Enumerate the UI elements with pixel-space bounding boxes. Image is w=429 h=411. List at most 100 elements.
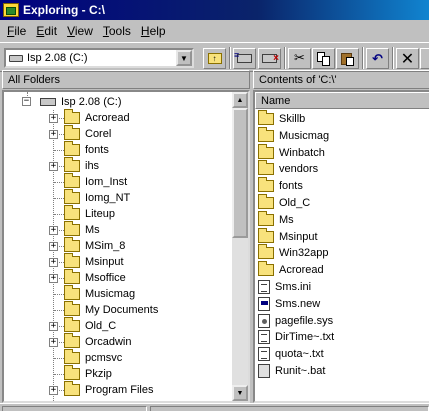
list-item[interactable]: Sms.ini bbox=[258, 279, 311, 295]
tree-connector bbox=[54, 214, 64, 215]
expand-toggle[interactable]: + bbox=[49, 114, 58, 123]
status-bar bbox=[0, 403, 429, 411]
toolbar: Isp 2.08 (C:) ▼ ↑ ≡ × ✂ ↶ ✕ bbox=[0, 42, 429, 72]
expand-toggle[interactable]: + bbox=[49, 338, 58, 347]
scroll-up-button[interactable]: ▲ bbox=[232, 92, 248, 108]
tree-item[interactable]: Old_C bbox=[64, 317, 117, 334]
delete-button[interactable]: ✕ bbox=[396, 48, 419, 69]
expand-toggle[interactable]: + bbox=[49, 130, 58, 139]
expand-toggle[interactable]: + bbox=[49, 242, 58, 251]
toolbar-separator bbox=[284, 47, 286, 69]
list-item-label: Runit~.bat bbox=[275, 365, 326, 377]
folder-icon bbox=[258, 177, 274, 193]
menu-edit[interactable]: Edit bbox=[31, 24, 62, 38]
paste-button[interactable] bbox=[336, 48, 359, 69]
tree-connector bbox=[54, 374, 64, 375]
up-one-level-button[interactable]: ↑ bbox=[203, 48, 226, 69]
copy-button[interactable] bbox=[312, 48, 335, 69]
tree-vertical-scrollbar[interactable]: ▲ ▼ bbox=[232, 92, 248, 401]
folder-icon bbox=[64, 365, 80, 380]
tree-item[interactable]: Orcadwin bbox=[64, 333, 132, 350]
expand-toggle[interactable]: + bbox=[49, 322, 58, 331]
folder-icon bbox=[258, 126, 274, 142]
tree-item[interactable]: Msoffice bbox=[64, 269, 126, 286]
tree-item-label: ihs bbox=[85, 160, 100, 172]
expand-toggle[interactable]: + bbox=[49, 274, 58, 283]
tree-item-label: Msinput bbox=[85, 256, 124, 268]
tree-item[interactable]: Ms bbox=[64, 221, 100, 238]
list-item[interactable]: Msinput bbox=[258, 227, 318, 245]
tree-item-label: Old_C bbox=[85, 320, 117, 332]
list-item[interactable]: Win32app bbox=[258, 244, 329, 261]
list-item-label: Musicmag bbox=[279, 129, 330, 142]
collapse-toggle[interactable]: − bbox=[22, 97, 31, 106]
expand-toggle[interactable]: + bbox=[49, 258, 58, 267]
list-item[interactable]: pagefile.sys bbox=[258, 313, 333, 329]
contents-list[interactable]: Name Skillb Musicmag Winbatch vendors fonts O… bbox=[253, 90, 429, 403]
tree-item[interactable]: Musicmag bbox=[64, 285, 135, 302]
tree-item-label: My Documents bbox=[85, 304, 159, 316]
tree-item-label: Orcadwin bbox=[85, 336, 132, 348]
menu-help[interactable]: Help bbox=[136, 24, 171, 38]
list-item[interactable]: Runit~.bat bbox=[258, 363, 325, 379]
map-network-drive-icon: ≡ bbox=[234, 50, 252, 63]
list-item[interactable]: Skillb bbox=[258, 110, 305, 127]
tree-item[interactable]: ihs bbox=[64, 157, 100, 174]
menu-file[interactable]: File bbox=[2, 24, 31, 38]
tree-item-label: pcmsvc bbox=[85, 352, 123, 364]
tree-item[interactable]: Iom_Inst bbox=[64, 173, 127, 190]
expand-toggle[interactable]: + bbox=[49, 162, 58, 171]
tree-item[interactable]: Msinput bbox=[64, 253, 124, 270]
properties-button[interactable] bbox=[420, 48, 429, 69]
tree-connector bbox=[54, 310, 64, 311]
column-header-name[interactable]: Name bbox=[255, 92, 429, 109]
tree-item[interactable]: Iomg_NT bbox=[64, 189, 130, 206]
list-item[interactable]: Sms.new bbox=[258, 296, 320, 312]
tree-item[interactable]: Liteup bbox=[64, 205, 115, 222]
expand-toggle[interactable]: + bbox=[49, 386, 58, 395]
folder-icon bbox=[64, 189, 80, 204]
undo-button[interactable]: ↶ bbox=[366, 48, 389, 69]
list-item[interactable]: Acroread bbox=[258, 261, 324, 278]
folder-icon bbox=[258, 261, 274, 277]
map-network-drive-button[interactable]: ≡ bbox=[233, 48, 256, 69]
list-item[interactable]: quota~.txt bbox=[258, 346, 324, 362]
tree-item[interactable]: fonts bbox=[64, 141, 109, 158]
folder-tree[interactable]: − Isp 2.08 (C:) Acroread + Corel + fonts ihs + Io… bbox=[2, 90, 250, 403]
cut-button[interactable]: ✂ bbox=[288, 48, 311, 69]
tree-item[interactable]: Corel bbox=[64, 125, 111, 142]
tree-item[interactable]: Program Files bbox=[64, 381, 153, 398]
folder-icon bbox=[64, 381, 80, 396]
list-item[interactable]: Old_C bbox=[258, 194, 310, 211]
tree-connector bbox=[54, 182, 64, 183]
undo-icon: ↶ bbox=[372, 50, 383, 66]
tree-item[interactable]: Acroread bbox=[64, 109, 130, 126]
tree-item-label: Msoffice bbox=[85, 272, 126, 284]
list-item[interactable]: DirTime~.txt bbox=[258, 329, 334, 345]
tree-item[interactable]: My Documents bbox=[64, 301, 159, 318]
folder-icon bbox=[258, 143, 274, 159]
folder-icon bbox=[64, 269, 80, 284]
scroll-down-button[interactable]: ▼ bbox=[232, 385, 248, 401]
disconnect-drive-button[interactable]: × bbox=[258, 48, 281, 69]
expand-toggle[interactable]: + bbox=[49, 226, 58, 235]
file-icon bbox=[258, 313, 270, 328]
dropdown-arrow-icon[interactable]: ▼ bbox=[176, 50, 192, 66]
explorer-app-icon[interactable] bbox=[3, 3, 19, 17]
tree-item[interactable]: MSim_8 bbox=[64, 237, 125, 254]
tree-item[interactable]: Pkzip bbox=[64, 365, 112, 382]
tree-item-root-drive[interactable]: − Isp 2.08 (C:) bbox=[22, 94, 122, 110]
scroll-thumb[interactable] bbox=[232, 108, 248, 238]
tree-connector bbox=[54, 150, 64, 151]
list-item[interactable]: fonts bbox=[258, 177, 303, 194]
menu-view[interactable]: View bbox=[62, 24, 98, 38]
list-item[interactable]: vendors bbox=[258, 160, 318, 177]
list-item[interactable]: Winbatch bbox=[258, 143, 325, 161]
menu-tools[interactable]: Tools bbox=[98, 24, 136, 38]
list-item[interactable]: Ms bbox=[258, 210, 294, 228]
drive-select[interactable]: Isp 2.08 (C:) ▼ bbox=[4, 48, 194, 68]
paste-icon bbox=[340, 52, 355, 66]
drive-select-value: Isp 2.08 (C:) bbox=[27, 52, 88, 64]
tree-item[interactable]: pcmsvc bbox=[64, 349, 123, 366]
list-item[interactable]: Musicmag bbox=[258, 126, 330, 144]
